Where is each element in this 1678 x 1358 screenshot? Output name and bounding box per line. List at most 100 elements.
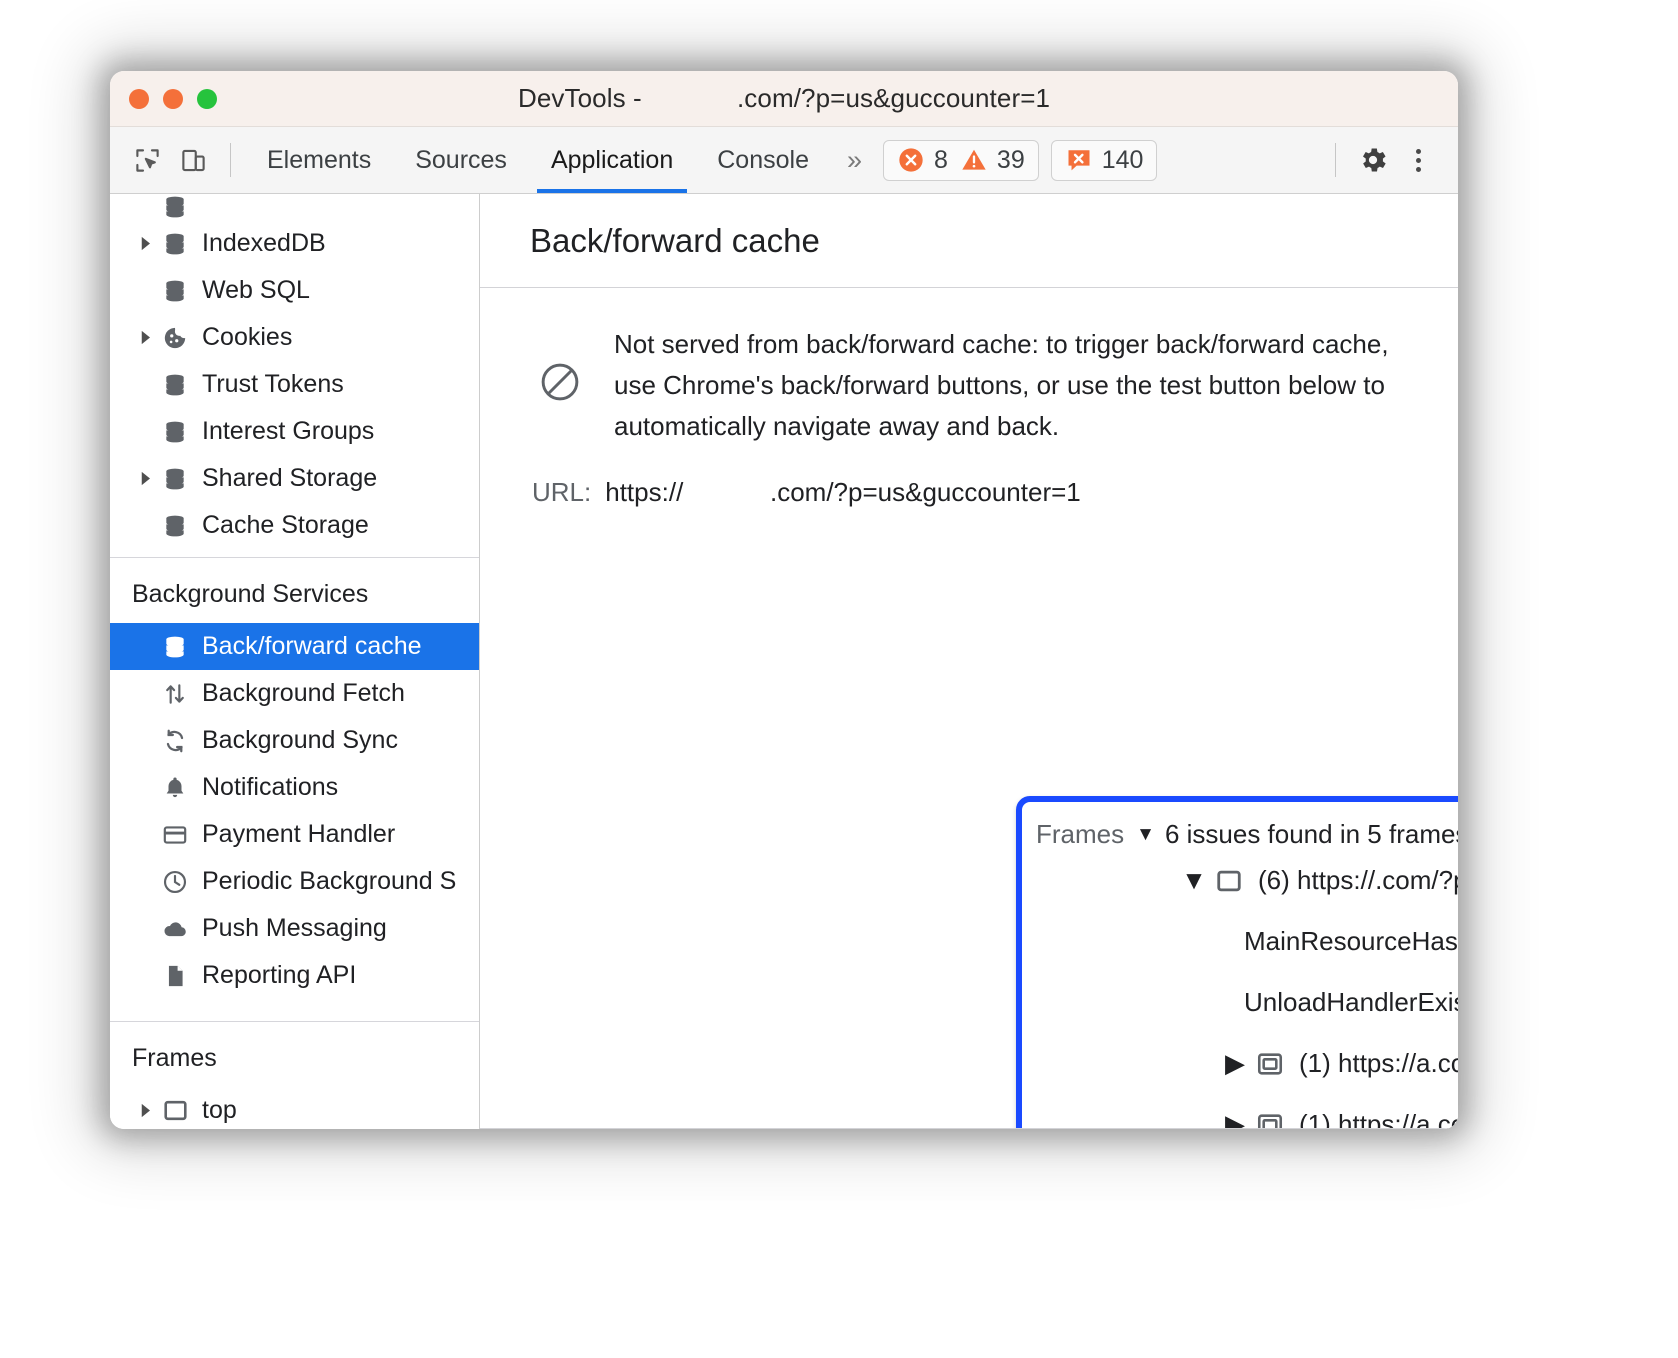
frame-row-subframe[interactable]: ▶ (1) https://a .com/rq/darla/4-10-1/htm… (1022, 1033, 1458, 1094)
frame-url-prefix: https:// (1297, 865, 1376, 895)
more-tabs-icon[interactable]: » (831, 145, 875, 176)
sidebar-item-trust-tokens[interactable]: ▶ Trust Tokens (110, 361, 479, 408)
frame-url-prefix: https://a (1338, 1048, 1431, 1078)
console-counters[interactable]: 8 39 (883, 139, 1039, 181)
frame-row-main[interactable]: ▼ (6) https:// .com/?p=us&guccounter=1 (1022, 850, 1458, 911)
background-fetch-icon (158, 681, 192, 707)
sidebar-section-frames: Frames (132, 1044, 217, 1072)
database-icon (158, 419, 192, 445)
sidebar-item-indexeddb[interactable]: IndexedDB (110, 220, 479, 267)
chevron-right-icon[interactable]: ▶ (1220, 1109, 1250, 1129)
panel-bottom-divider (480, 1128, 1458, 1129)
sidebar-item-web-sql[interactable]: ▶ Web SQL (110, 267, 479, 314)
frames-label: Frames (1036, 819, 1125, 849)
sidebar-item-label: Cache Storage (202, 511, 369, 539)
sidebar-item-push-messaging[interactable]: ▶ Push Messaging (110, 905, 479, 952)
bfcache-reason-row[interactable]: UnloadHandlerExistsInMainFrame (1022, 972, 1458, 1033)
sidebar-item-notifications[interactable]: ▶ Notifications (110, 764, 479, 811)
sidebar-item-shared-storage[interactable]: Shared Storage (110, 455, 479, 502)
sidebar-scroll: ▶ (110, 194, 479, 1129)
cloud-icon (158, 916, 192, 942)
devtools-window: DevTools - .com/?p=us&guccounter=1 Eleme… (110, 71, 1458, 1129)
gear-icon[interactable] (1350, 137, 1396, 183)
sidebar-item-label: top (202, 1096, 237, 1124)
frame-row-text: (6) https:// .com/?p=us&guccounter=1 (1258, 865, 1458, 896)
issues-badge[interactable]: 140 (1065, 145, 1144, 175)
database-icon (158, 513, 192, 539)
bfcache-status: Not served from back/forward cache: to t… (480, 288, 1458, 447)
not-allowed-icon (532, 360, 588, 404)
sidebar-item-background-sync[interactable]: ▶ Background Sync (110, 717, 479, 764)
chevron-down-icon[interactable]: ▼ (1136, 824, 1155, 846)
frame-icon (158, 1097, 192, 1124)
sidebar-item-top-frame[interactable]: top (110, 1087, 479, 1129)
frame-issue-count: (6) (1258, 865, 1290, 895)
warning-count: 39 (996, 145, 1025, 174)
database-icon (158, 231, 192, 257)
database-icon (158, 466, 192, 492)
error-count: 8 (934, 145, 948, 174)
database-icon (158, 194, 192, 220)
frame-row-subframe[interactable]: ▶ (1) https://a .com/rq/darla/4-10-1/htm… (1022, 1094, 1458, 1129)
credit-card-icon (158, 822, 192, 848)
sidebar-item-label: Notifications (202, 773, 339, 801)
sidebar-item-label (202, 194, 209, 220)
frame-issue-count: (1) (1299, 1048, 1331, 1078)
application-sidebar[interactable]: ▶ (110, 194, 480, 1129)
sidebar-item-payment-handler[interactable]: ▶ Payment Handler (110, 811, 479, 858)
clock-icon (158, 869, 192, 895)
sidebar-item-cookies[interactable]: Cookies (110, 314, 479, 361)
screenshot-root: DevTools - .com/?p=us&guccounter=1 Eleme… (0, 0, 1678, 1358)
tab-console[interactable]: Console (695, 127, 831, 193)
issues-counter[interactable]: 140 (1050, 139, 1158, 181)
warning-counter[interactable]: 39 (960, 146, 1025, 175)
url-label: URL: (532, 477, 592, 507)
sidebar-item-interest-groups[interactable]: ▶ Interest Groups (110, 408, 479, 455)
frame-row-text: (1) https://a .com/rq/darla/4-10-1/html… (1299, 1048, 1458, 1079)
kebab-menu-icon[interactable] (1396, 138, 1440, 182)
frames-tree[interactable]: Frames ▼ 6 issues found in 5 frames. ▼ (6)… (1016, 796, 1458, 1129)
frame-icon (1209, 867, 1249, 895)
iframe-icon (1250, 1050, 1290, 1078)
chevron-right-icon[interactable] (132, 471, 158, 486)
device-toolbar-icon[interactable] (170, 137, 216, 183)
inspect-element-icon[interactable] (124, 137, 170, 183)
url-redacted (683, 477, 770, 508)
chevron-right-icon[interactable]: ▶ (1220, 1048, 1250, 1079)
devtools-toolbar: Elements Sources Application Console » 8 (110, 127, 1458, 194)
sidebar-item-label: Web SQL (202, 276, 310, 304)
window-titlebar: DevTools - .com/?p=us&guccounter=1 (110, 71, 1458, 127)
chevron-right-icon[interactable] (132, 330, 158, 345)
chevron-right-icon[interactable] (132, 236, 158, 251)
chevron-right-icon[interactable] (132, 1103, 158, 1118)
panel-tabs: Elements Sources Application Console (245, 127, 831, 193)
tab-application[interactable]: Application (529, 127, 695, 193)
frame-url-suffix: .com/?p=us&guccounter=1 (1375, 865, 1458, 895)
tab-sources[interactable]: Sources (393, 127, 529, 193)
tab-elements[interactable]: Elements (245, 127, 393, 193)
sidebar-item-cache-storage[interactable]: ▶ Cache Storage (110, 502, 479, 549)
chevron-down-icon[interactable]: ▼ (1179, 865, 1209, 896)
sidebar-item-background-fetch[interactable]: ▶ Background Fetch (110, 670, 479, 717)
sidebar-item-partial-clipped[interactable]: ▶ (110, 194, 479, 220)
sidebar-item-periodic-background-sync[interactable]: ▶ Periodic Background S (110, 858, 479, 905)
sidebar-item-label: Trust Tokens (202, 370, 344, 398)
frames-tree-header[interactable]: Frames ▼ 6 issues found in 5 frames. (1022, 802, 1458, 850)
bfcache-reason-row[interactable]: MainResourceHasCacheControlNoStore (1022, 911, 1458, 972)
sidebar-item-label: Back/forward cache (202, 632, 422, 660)
warning-icon (962, 149, 986, 170)
sidebar-item-label: Cookies (202, 323, 293, 351)
sidebar-section-background-services: Background Services (132, 580, 369, 608)
sidebar-item-label: Reporting API (202, 961, 357, 989)
frames-summary: 6 issues found in 5 frames. (1164, 819, 1458, 849)
sidebar-item-reporting-api[interactable]: ▶ Reporting API (110, 952, 479, 999)
issues-count: 140 (1101, 145, 1144, 174)
database-icon (158, 372, 192, 398)
sidebar-item-label: Interest Groups (202, 417, 375, 445)
page-url-row: URL: https:// .com/?p=us&guccounter=1 (480, 447, 1458, 508)
error-counter[interactable]: 8 (897, 146, 948, 175)
sidebar-item-back-forward-cache[interactable]: ▶ Back/forward cache (110, 623, 479, 670)
frame-issue-count: (1) (1299, 1109, 1331, 1129)
document-icon (158, 963, 192, 989)
sidebar-item-label: Background Fetch (202, 679, 405, 707)
